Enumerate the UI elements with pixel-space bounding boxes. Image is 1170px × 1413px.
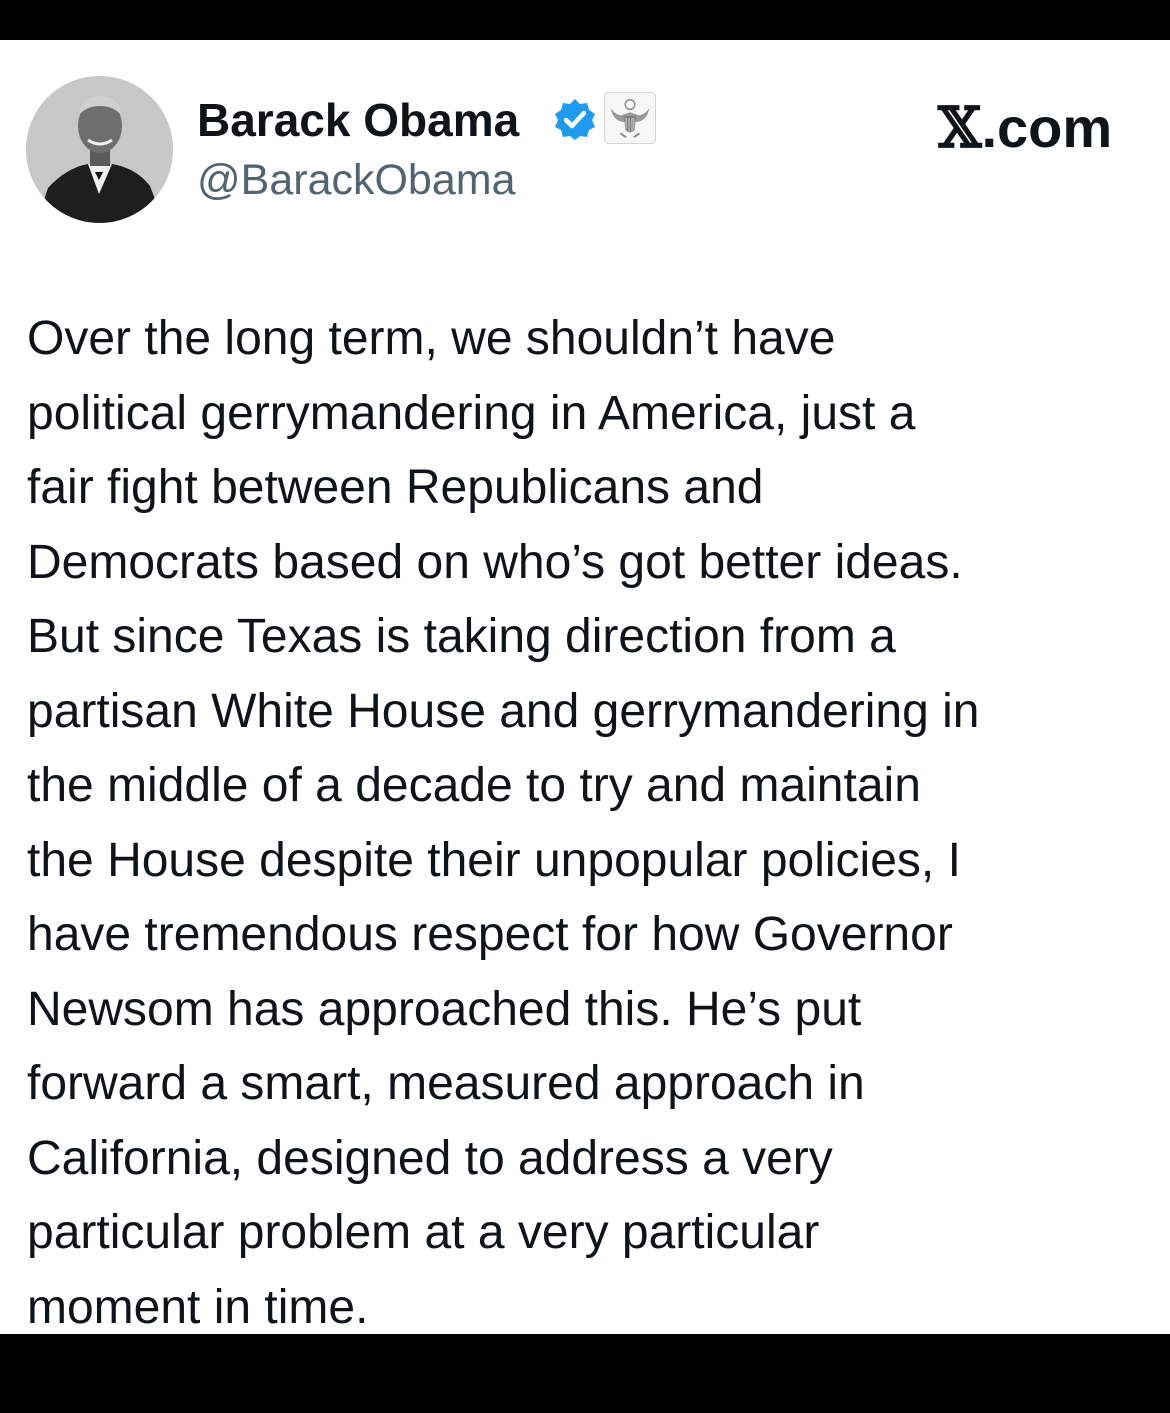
post-text-line: Newsom has approached this. He’s put [27, 982, 862, 1036]
verified-check-icon [555, 99, 595, 140]
government-seal-icon [604, 92, 656, 144]
post-text-line: have tremendous respect for how Governor [27, 908, 953, 961]
post-text-line: fair fight between Republicans and [27, 461, 764, 514]
post-text-line: California, designed to address a very [27, 1131, 833, 1185]
post-text-line: Democrats based on who’s got better idea… [27, 535, 963, 589]
source-brand-logo: 𝕏.com [938, 96, 1112, 160]
post-text: Over the long term, we shouldn’t have po… [27, 302, 1147, 1345]
screenshot-frame: Barack Obama @BarackObama 𝕏.com Over the… [0, 0, 1170, 1413]
x-logo-icon: 𝕏 [938, 95, 982, 161]
source-brand-suffix: .com [981, 96, 1113, 159]
post-text-line: the House despite their unpopular polici… [27, 833, 961, 887]
post-text-line: partisan White House and gerrymandering … [27, 684, 980, 738]
post-text-line: Over the long term, we shouldn’t have [27, 312, 836, 365]
author-avatar[interactable] [26, 76, 173, 223]
post-card: Barack Obama @BarackObama 𝕏.com Over the… [0, 40, 1170, 1334]
post-text-line: moment in time. [27, 1280, 369, 1334]
author-display-name[interactable]: Barack Obama [197, 93, 519, 147]
post-text-line: But since Texas is taking direction from… [27, 610, 896, 663]
post-text-line: the middle of a decade to try and mainta… [27, 759, 921, 812]
post-text-line: political gerrymandering in America, jus… [27, 386, 916, 440]
author-handle[interactable]: @BarackObama [197, 155, 516, 205]
post-text-line: particular problem at a very particular [27, 1206, 820, 1259]
avatar-portrait-image [26, 76, 173, 223]
post-text-line: forward a smart, measured approach in [27, 1057, 865, 1110]
